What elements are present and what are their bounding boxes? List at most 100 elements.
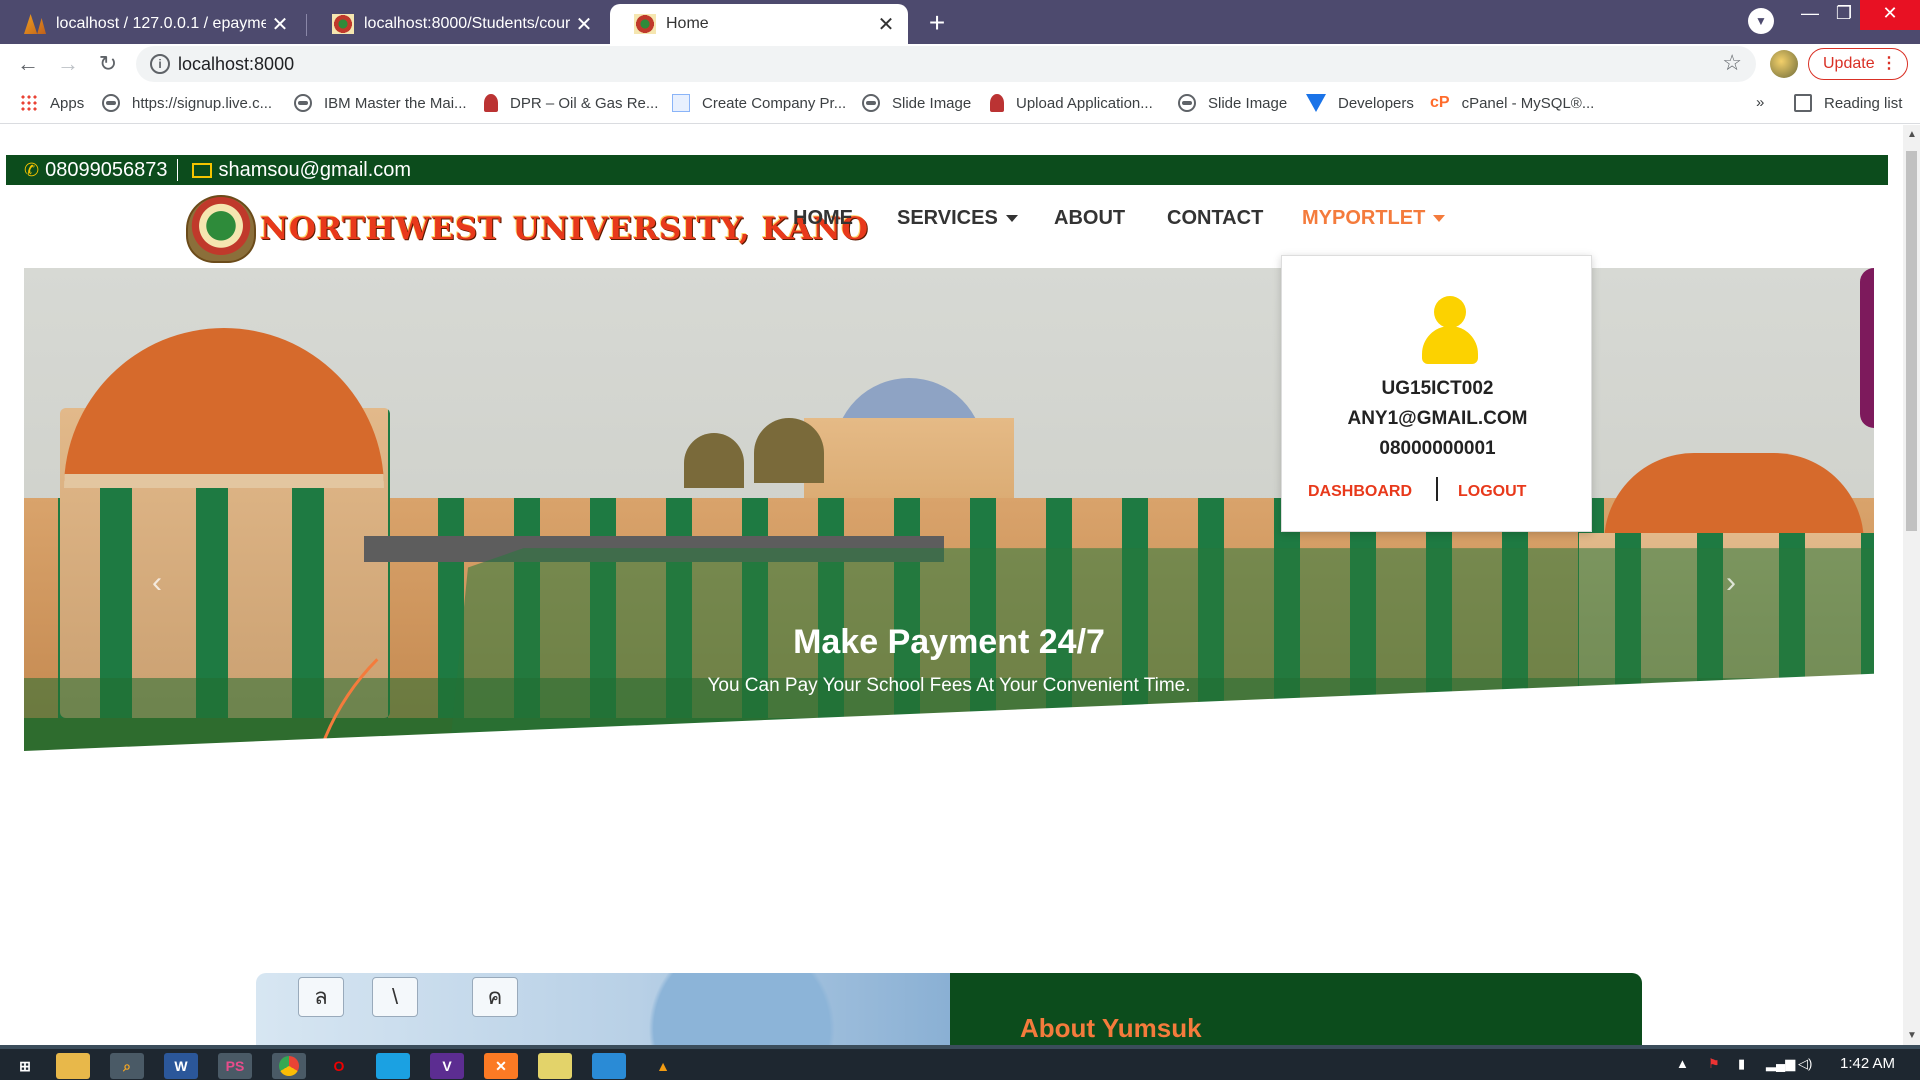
bookmark-label: https://signup.live.c... <box>132 94 273 112</box>
phone-icon: ✆ <box>24 159 40 180</box>
close-tab-icon[interactable]: ✕ <box>570 12 598 37</box>
app-icon[interactable] <box>592 1053 626 1079</box>
close-window-icon[interactable]: ✕ <box>1860 0 1920 30</box>
close-tab-icon[interactable]: ✕ <box>872 12 900 37</box>
bookmark-upload-application[interactable]: Upload Application... <box>990 94 1153 112</box>
battery-icon[interactable]: ▮ <box>1738 1056 1745 1072</box>
hero-image-part <box>684 433 744 488</box>
bookmarks-bar: Apps https://signup.live.c... IBM Master… <box>0 84 1920 124</box>
tab-phpmyadmin[interactable]: localhost / 127.0.0.1 / epaymentw ✕ <box>0 4 302 44</box>
phpstorm-icon[interactable]: PS <box>218 1053 252 1079</box>
bookmark-label: Apps <box>50 94 85 112</box>
keyboard-key: ค <box>472 977 518 1017</box>
site-info-icon[interactable]: i <box>150 54 170 74</box>
reading-list-label: Reading list <box>1824 94 1903 112</box>
bookmark-cpanel[interactable]: cP cPanel - MySQL®... <box>1430 94 1594 112</box>
bookmark-label: Upload Application... <box>1016 94 1153 112</box>
nav-about[interactable]: ABOUT <box>1054 207 1125 230</box>
scroll-up-icon[interactable]: ▲ <box>1907 129 1917 140</box>
logout-link[interactable]: LOGOUT <box>1458 483 1526 501</box>
coat-of-arms-icon <box>990 94 1004 112</box>
bookmark-ibm[interactable]: IBM Master the Mai... <box>294 94 467 112</box>
vlc-icon[interactable]: ▲ <box>646 1053 680 1079</box>
browser-tab-strip: localhost / 127.0.0.1 / epaymentw ✕ loca… <box>0 0 1920 44</box>
bookmark-dpr[interactable]: DPR – Oil & Gas Re... <box>484 94 658 112</box>
university-favicon <box>332 14 354 34</box>
scroll-down-icon[interactable]: ▼ <box>1907 1030 1917 1041</box>
tab-title: localhost / 127.0.0.1 / epaymentw <box>56 15 266 32</box>
dashboard-link[interactable]: DASHBOARD <box>1308 483 1412 501</box>
bookmarks-overflow-button[interactable]: » <box>1756 94 1764 111</box>
carousel-next-icon[interactable]: › <box>1726 566 1736 600</box>
tab-students-course[interactable]: localhost:8000/Students/course/f ✕ <box>308 4 606 44</box>
word-icon[interactable]: W <box>164 1053 198 1079</box>
update-button[interactable]: Update ⋮ <box>1808 48 1908 80</box>
bookmark-label: Slide Image <box>892 94 972 112</box>
tab-search-icon[interactable]: ▼ <box>1748 8 1774 34</box>
university-crest-icon <box>186 195 256 263</box>
caret-down-icon <box>1433 215 1446 223</box>
nav-home[interactable]: HOME <box>793 207 853 230</box>
user-phone: 08000000001 <box>1379 438 1496 459</box>
coat-of-arms-icon <box>484 94 498 112</box>
search-icon[interactable]: ⌕ <box>110 1053 144 1079</box>
bookmark-label: Developers <box>1338 94 1414 112</box>
chrome-icon[interactable] <box>272 1053 306 1079</box>
hero-title: Make Payment 24/7 <box>793 623 1105 661</box>
divider <box>177 159 179 181</box>
app-icon[interactable] <box>376 1053 410 1079</box>
site-logo[interactable]: NORTHWEST UNIVERSITY, KANO <box>186 195 869 263</box>
reload-icon[interactable]: ↻ <box>92 48 124 80</box>
tab-separator <box>306 14 307 36</box>
volume-icon[interactable]: ◁) <box>1798 1056 1812 1072</box>
bookmark-slide-image[interactable]: Slide Image <box>862 94 971 112</box>
cpanel-icon: cP <box>1430 94 1450 111</box>
forward-icon[interactable]: → <box>52 48 84 80</box>
xampp-icon[interactable]: ✕ <box>484 1053 518 1079</box>
opera-icon[interactable]: O <box>322 1053 356 1079</box>
bookmark-signup-live[interactable]: https://signup.live.c... <box>102 94 272 112</box>
globe-icon <box>862 94 880 112</box>
clock[interactable]: 1:42 AM <box>1840 1055 1895 1072</box>
bookmark-slide-image-2[interactable]: Slide Image <box>1178 94 1287 112</box>
notes-icon[interactable] <box>538 1053 572 1079</box>
menu-dots-icon: ⋮ <box>1881 55 1897 72</box>
url-text[interactable]: localhost:8000 <box>178 54 294 75</box>
overflow-label: » <box>1756 94 1765 111</box>
bookmark-apps[interactable]: Apps <box>20 94 84 112</box>
bookmark-label: IBM Master the Mai... <box>324 94 467 112</box>
network-icon[interactable]: ▂▄▆ <box>1766 1056 1795 1072</box>
file-explorer-icon[interactable] <box>56 1053 90 1079</box>
user-email: ANY1@GMAIL.COM <box>1347 408 1528 429</box>
tab-home[interactable]: Home ✕ <box>610 4 908 44</box>
update-label: Update <box>1823 55 1875 72</box>
nav-myportlet-label: MYPORTLET <box>1302 207 1426 229</box>
carousel-prev-icon[interactable]: ‹ <box>152 566 162 600</box>
page-scrollbar[interactable]: ▲ ▼ <box>1903 125 1920 1045</box>
about-section: ล \ ค About Yumsuk <box>256 973 1642 1045</box>
nav-contact[interactable]: CONTACT <box>1167 207 1263 230</box>
new-tab-button[interactable]: + <box>920 6 954 40</box>
flag-icon[interactable]: ⚑ <box>1708 1056 1720 1072</box>
visual-studio-icon[interactable]: V <box>430 1053 464 1079</box>
address-bar[interactable]: i localhost:8000 ☆ <box>136 46 1756 82</box>
tray-expand-icon[interactable]: ▲ <box>1676 1056 1689 1071</box>
close-tab-icon[interactable]: ✕ <box>266 12 294 37</box>
page-viewport: ✆ 08099056873 shamsou@gmail.com NORTHWES… <box>0 125 1903 1045</box>
caret-down-icon <box>1005 215 1018 223</box>
bookmark-create-company[interactable]: Create Company Pr... <box>672 94 846 112</box>
contact-email: shamsou@gmail.com <box>218 158 412 181</box>
nav-myportlet[interactable]: MYPORTLET <box>1302 207 1446 230</box>
bookmark-label: Create Company Pr... <box>702 94 847 112</box>
bookmark-star-icon[interactable]: ☆ <box>1722 50 1742 76</box>
scrollbar-thumb[interactable] <box>1906 151 1917 531</box>
reading-list-button[interactable]: Reading list <box>1794 94 1902 112</box>
keyboard-key: \ <box>372 977 418 1017</box>
nav-services[interactable]: SERVICES <box>897 207 1018 230</box>
myportlet-dropdown: UG15ICT002 ANY1@GMAIL.COM 08000000001 DA… <box>1281 255 1592 532</box>
profile-avatar[interactable] <box>1770 50 1798 78</box>
back-icon[interactable]: ← <box>12 48 44 80</box>
windows-start-icon[interactable]: ⊞ <box>8 1053 42 1079</box>
bookmark-developers[interactable]: Developers <box>1306 94 1414 112</box>
contact-top-bar: ✆ 08099056873 shamsou@gmail.com <box>6 155 1888 185</box>
